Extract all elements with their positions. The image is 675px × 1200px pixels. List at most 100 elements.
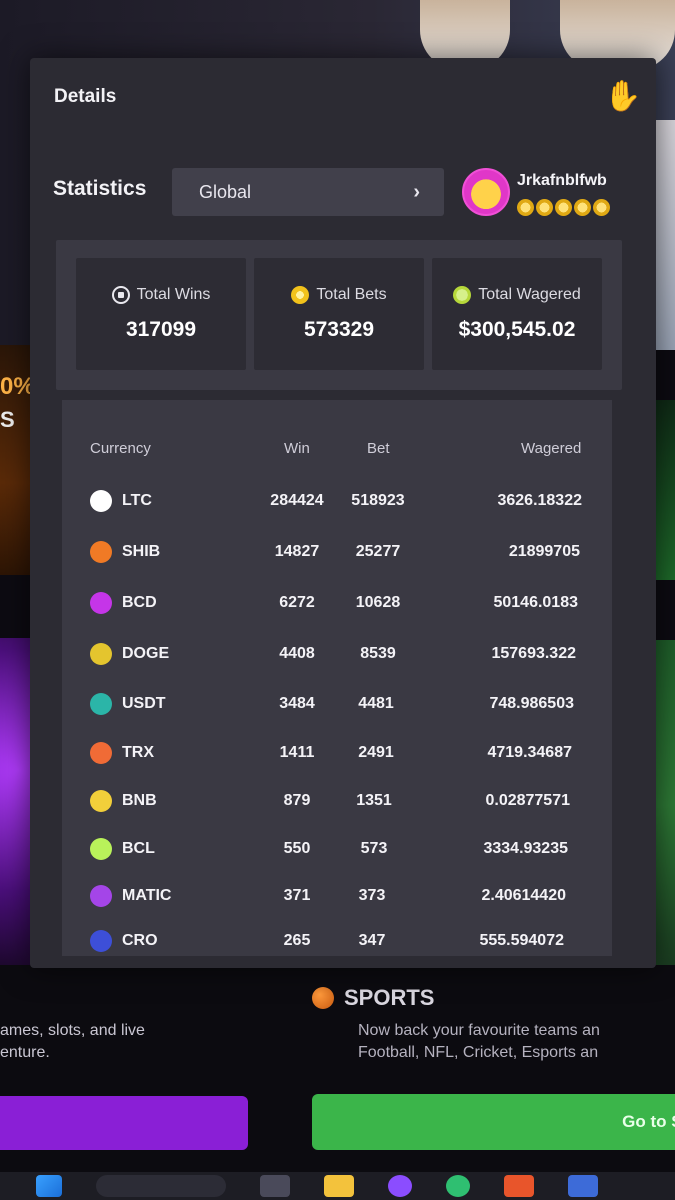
total-wagered-card: Total Wagered $300,545.02 [432, 258, 602, 370]
bet-count: 518923 [351, 492, 405, 509]
coin-icon [291, 286, 310, 304]
total-wins-header: Total Wins [111, 286, 211, 304]
bcl-coin-icon [90, 838, 112, 860]
currency-name: MATIC [122, 887, 172, 904]
table-row: BNB 879 1351 0.02877571 [62, 786, 612, 816]
column-header-win: Win [284, 440, 310, 457]
total-bets-label: Total Bets [316, 286, 387, 303]
table-header: Currency Win Bet Wagered [62, 440, 612, 462]
total-bets-card: Total Bets 573329 [254, 258, 424, 370]
ltc-coin-icon [90, 490, 112, 512]
currency-name: SHIB [122, 543, 161, 560]
app-taskbar-icon[interactable] [504, 1175, 534, 1197]
total-wagered-label: Total Wagered [478, 286, 581, 303]
modal-title: Details [54, 86, 117, 107]
wagered-amount: 157693.322 [491, 645, 576, 662]
table-row: TRX 1411 2491 4719.34687 [62, 738, 612, 768]
win-count: 14827 [274, 543, 320, 560]
app-taskbar-icon[interactable] [446, 1175, 470, 1197]
currency-name: BNB [122, 792, 157, 809]
sports-description-line: Football, NFL, Cricket, Esports an [358, 1044, 599, 1061]
statistics-scope-select[interactable]: Global › [172, 168, 444, 216]
sports-title: SPORTS [344, 985, 435, 1010]
currency-name: CRO [122, 932, 158, 949]
currency-name: TRX [122, 744, 154, 761]
currency-name: LTC [122, 492, 152, 509]
chevron-right-icon: › [413, 180, 420, 203]
total-wins-value: 317099 [125, 318, 197, 341]
currency-name: BCL [122, 840, 155, 857]
bet-count: 25277 [355, 543, 401, 560]
bet-count: 10628 [355, 594, 401, 611]
table-row: SHIB 14827 25277 21899705 [62, 537, 612, 567]
username: Jrkafnblfwb [517, 172, 607, 189]
table-row: BCD 6272 10628 50146.0183 [62, 588, 612, 618]
column-header-bet: Bet [367, 440, 390, 457]
star-icon [555, 199, 572, 216]
taskbar-search[interactable] [96, 1175, 226, 1197]
browser-taskbar-icon[interactable] [260, 1175, 290, 1197]
wagered-amount: 3334.93235 [483, 840, 568, 857]
column-header-currency: Currency [90, 440, 151, 457]
win-count: 1411 [279, 744, 315, 761]
wagered-amount: 50146.0183 [493, 594, 578, 611]
win-count: 550 [283, 840, 311, 857]
doge-coin-icon [90, 643, 112, 665]
os-taskbar [0, 1172, 675, 1200]
win-count: 4408 [279, 645, 315, 662]
shib-coin-icon [90, 541, 112, 563]
app-taskbar-icon[interactable] [568, 1175, 598, 1197]
wagered-amount: 748.986503 [489, 695, 574, 712]
currency-name: USDT [122, 695, 166, 712]
star-icon [574, 199, 591, 216]
close-icon[interactable]: ✋ [604, 76, 641, 118]
vip-level-stars [517, 199, 610, 216]
casino-description-line: ames, slots, and live [0, 1022, 145, 1039]
details-modal: Details ✋ Statistics Global › Jrkafnblfw… [30, 58, 656, 968]
column-header-wagered: Wagered [521, 440, 582, 457]
wagered-amount: 4719.34687 [487, 744, 572, 761]
folder-icon[interactable] [324, 1175, 354, 1197]
sports-description-line: Now back your favourite teams an [358, 1022, 600, 1039]
casino-description-line: enture. [0, 1044, 50, 1061]
total-wagered-header: Total Wagered [453, 286, 581, 304]
wagered-amount: 555.594072 [479, 932, 564, 949]
total-wins-card: Total Wins 317099 [76, 258, 246, 370]
star-icon [593, 199, 610, 216]
statistics-label: Statistics [53, 177, 147, 200]
go-to-sports-button[interactable]: Go to Sp [312, 1094, 675, 1150]
go-to-sports-label: Go to Sp [622, 1112, 675, 1131]
wagered-amount: 2.40614420 [481, 887, 566, 904]
casino-description: ames, slots, and live enture. [0, 1020, 145, 1064]
avatar[interactable] [462, 168, 510, 216]
total-wagered-value: $300,545.02 [458, 318, 576, 341]
basketball-icon [312, 987, 334, 1009]
table-row: DOGE 4408 8539 157693.322 [62, 639, 612, 669]
currency-stats-table[interactable]: Currency Win Bet Wagered LTC 284424 5189… [62, 400, 612, 956]
total-bets-value: 573329 [303, 318, 375, 341]
win-count: 284424 [270, 492, 324, 509]
table-row: USDT 3484 4481 748.986503 [62, 689, 612, 719]
star-icon [517, 199, 534, 216]
total-wins-label: Total Wins [136, 286, 211, 303]
win-count: 265 [283, 932, 311, 949]
windows-start-icon[interactable] [36, 1175, 62, 1197]
app-taskbar-icon[interactable] [388, 1175, 412, 1197]
wagered-amount: 21899705 [508, 543, 580, 560]
go-to-casino-button[interactable] [0, 1096, 248, 1150]
table-row: BCL 550 573 3334.93235 [62, 834, 612, 864]
table-row: LTC 284424 518923 3626.18322 [62, 486, 612, 516]
win-count: 879 [283, 792, 311, 809]
trx-coin-icon [90, 742, 112, 764]
promo-letter: S [0, 407, 15, 432]
wagered-amount: 3626.18322 [497, 492, 582, 509]
total-bets-header: Total Bets [291, 286, 387, 304]
sports-description: Now back your favourite teams an Footbal… [358, 1020, 675, 1064]
trophy-icon [111, 286, 130, 304]
cro-coin-icon [90, 930, 112, 952]
scope-value: Global [199, 181, 252, 202]
bcd-coin-icon [90, 592, 112, 614]
bnb-coin-icon [90, 790, 112, 812]
currency-name: BCD [122, 594, 157, 611]
table-row: MATIC 371 373 2.40614420 [62, 881, 612, 911]
